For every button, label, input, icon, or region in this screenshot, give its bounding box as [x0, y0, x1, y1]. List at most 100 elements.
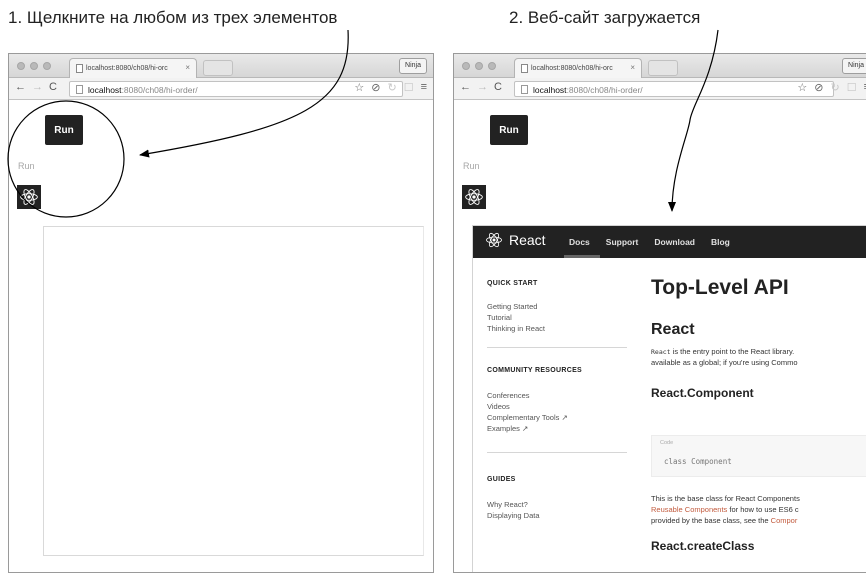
nav-link-blog[interactable]: Blog [711, 237, 730, 247]
docs-sidebar: QUICK START Getting Started Tutorial Thi… [473, 258, 643, 572]
section-heading-react-component: React.Component [651, 386, 754, 400]
react-brand-link[interactable]: React [485, 231, 546, 249]
component-api-link[interactable]: Compor [771, 516, 798, 525]
code-text: class Component [664, 457, 732, 466]
nav-link-support[interactable]: Support [606, 237, 639, 247]
react-atom-icon [20, 189, 38, 205]
page-icon [521, 64, 528, 73]
address-bar[interactable]: localhost:8080/ch08/hi-order/ [514, 81, 834, 97]
inline-code: React [651, 348, 671, 356]
run-button[interactable]: Run [490, 115, 528, 145]
tab-close-icon[interactable]: × [630, 63, 635, 72]
run-text-link[interactable]: Run [463, 161, 480, 171]
profile-button[interactable]: Ninja [399, 58, 427, 74]
window-controls [17, 62, 51, 70]
url-path: :8080/ch08/hi-order/ [566, 85, 643, 95]
page-icon [76, 85, 83, 94]
browser-toolbar: ← → C localhost:8080/ch08/hi-order/ ☆ ⊘ … [454, 78, 866, 100]
address-bar[interactable]: localhost:8080/ch08/hi-order/ [69, 81, 403, 97]
section-heading-react: React [651, 321, 695, 338]
browser-tab[interactable]: localhost:8080/ch08/hi-orc × [514, 58, 642, 78]
minimize-window-button[interactable] [475, 62, 483, 70]
reload-icon[interactable]: C [494, 81, 502, 93]
star-icon[interactable]: ☆ [354, 81, 364, 94]
nav-link-download[interactable]: Download [654, 237, 695, 247]
run-button[interactable]: Run [45, 115, 83, 145]
tab-close-icon[interactable]: × [185, 63, 190, 72]
url-path: :8080/ch08/hi-order/ [121, 85, 198, 95]
sidebar-heading-community: COMMUNITY RESOURCES [487, 367, 583, 374]
sidebar-item-tutorial[interactable]: Tutorial [487, 313, 512, 322]
react-atom-icon [486, 232, 502, 248]
sidebar-heading-guides: GUIDES [487, 476, 516, 483]
browser-window-after: localhost:8080/ch08/hi-orc × Ninja ← → C… [453, 53, 866, 573]
extension-icon[interactable]: ☐ [847, 81, 857, 94]
paragraph-text: for how to use ES6 c [727, 505, 799, 514]
paragraph-text: is the entry point to the React library. [670, 347, 795, 356]
docs-content: Top-Level API React React is the entry p… [643, 258, 866, 572]
minimize-window-button[interactable] [30, 62, 38, 70]
forward-icon[interactable]: → [477, 81, 488, 93]
component-paragraph-line-3: provided by the base class, see the Comp… [651, 516, 797, 525]
tab-title: localhost:8080/ch08/hi-orc [86, 65, 168, 72]
block-icon[interactable]: ⊘ [371, 81, 380, 94]
component-paragraph-line-2: Reusable Components for how to use ES6 c [651, 505, 799, 514]
new-tab-button[interactable] [648, 60, 678, 76]
extension-icon[interactable]: ↻ [387, 81, 396, 94]
close-window-button[interactable] [462, 62, 470, 70]
sidebar-item-getting-started[interactable]: Getting Started [487, 302, 537, 311]
sidebar-heading-quick-start: QUICK START [487, 280, 538, 287]
react-logo-button[interactable] [462, 185, 486, 209]
caption-step-1: 1. Щелкните на любом из трех элементов [8, 8, 338, 27]
sidebar-item-videos[interactable]: Videos [487, 402, 510, 411]
nav-link-docs[interactable]: Docs [569, 237, 590, 247]
react-logo-button[interactable] [17, 185, 41, 209]
sidebar-item-conferences[interactable]: Conferences [487, 391, 530, 400]
react-brand-text: React [509, 232, 546, 248]
sidebar-divider [487, 452, 627, 453]
star-icon[interactable]: ☆ [797, 81, 807, 94]
sidebar-item-complementary-tools[interactable]: Complementary Tools ↗ [487, 413, 568, 422]
page-icon [521, 85, 528, 94]
maximize-window-button[interactable] [43, 62, 51, 70]
caption-step-2: 2. Веб-сайт загружается [509, 8, 701, 27]
paragraph-text: provided by the base class, see the [651, 516, 771, 525]
sidebar-item-why-react[interactable]: Why React? [487, 500, 528, 509]
url-host: localhost [533, 85, 567, 95]
extension-icon[interactable]: ☐ [404, 81, 414, 94]
maximize-window-button[interactable] [488, 62, 496, 70]
profile-button[interactable]: Ninja [842, 58, 866, 74]
browser-tab[interactable]: localhost:8080/ch08/hi-orc × [69, 58, 197, 78]
code-label: Code [660, 440, 674, 446]
iframe-area [43, 226, 424, 556]
react-docs-iframe: React Docs Support Download Blog QUICK S… [472, 225, 866, 572]
sidebar-item-thinking-in-react[interactable]: Thinking in React [487, 324, 545, 333]
window-controls [462, 62, 496, 70]
code-block: Code class Component [651, 435, 866, 477]
tab-bar: localhost:8080/ch08/hi-orc × Ninja [454, 54, 866, 78]
sidebar-divider [487, 347, 627, 348]
section-heading-create-class: React.createClass [651, 539, 755, 553]
back-icon[interactable]: ← [460, 81, 471, 93]
run-text-link[interactable]: Run [18, 161, 35, 171]
tab-title: localhost:8080/ch08/hi-orc [531, 65, 613, 72]
react-atom-icon [465, 189, 483, 205]
sidebar-item-displaying-data[interactable]: Displaying Data [487, 511, 540, 520]
sidebar-item-examples[interactable]: Examples ↗ [487, 424, 528, 433]
close-window-button[interactable] [17, 62, 25, 70]
react-paragraph-line-2: available as a global; if you're using C… [651, 358, 798, 367]
forward-icon[interactable]: → [32, 81, 43, 93]
browser-toolbar: ← → C localhost:8080/ch08/hi-order/ ☆ ⊘ … [9, 78, 433, 100]
block-icon[interactable]: ⊘ [814, 81, 823, 94]
page-icon [76, 64, 83, 73]
reload-icon[interactable]: C [49, 81, 57, 93]
reusable-components-link[interactable]: Reusable Components [651, 505, 727, 514]
url-host: localhost [88, 85, 122, 95]
menu-icon[interactable]: ≡ [421, 81, 427, 94]
react-paragraph-line-1: React is the entry point to the React li… [651, 347, 794, 356]
extension-icon[interactable]: ↻ [830, 81, 839, 94]
tab-bar: localhost:8080/ch08/hi-orc × Ninja [9, 54, 433, 78]
new-tab-button[interactable] [203, 60, 233, 76]
component-paragraph-line-1: This is the base class for React Compone… [651, 494, 800, 503]
back-icon[interactable]: ← [15, 81, 26, 93]
